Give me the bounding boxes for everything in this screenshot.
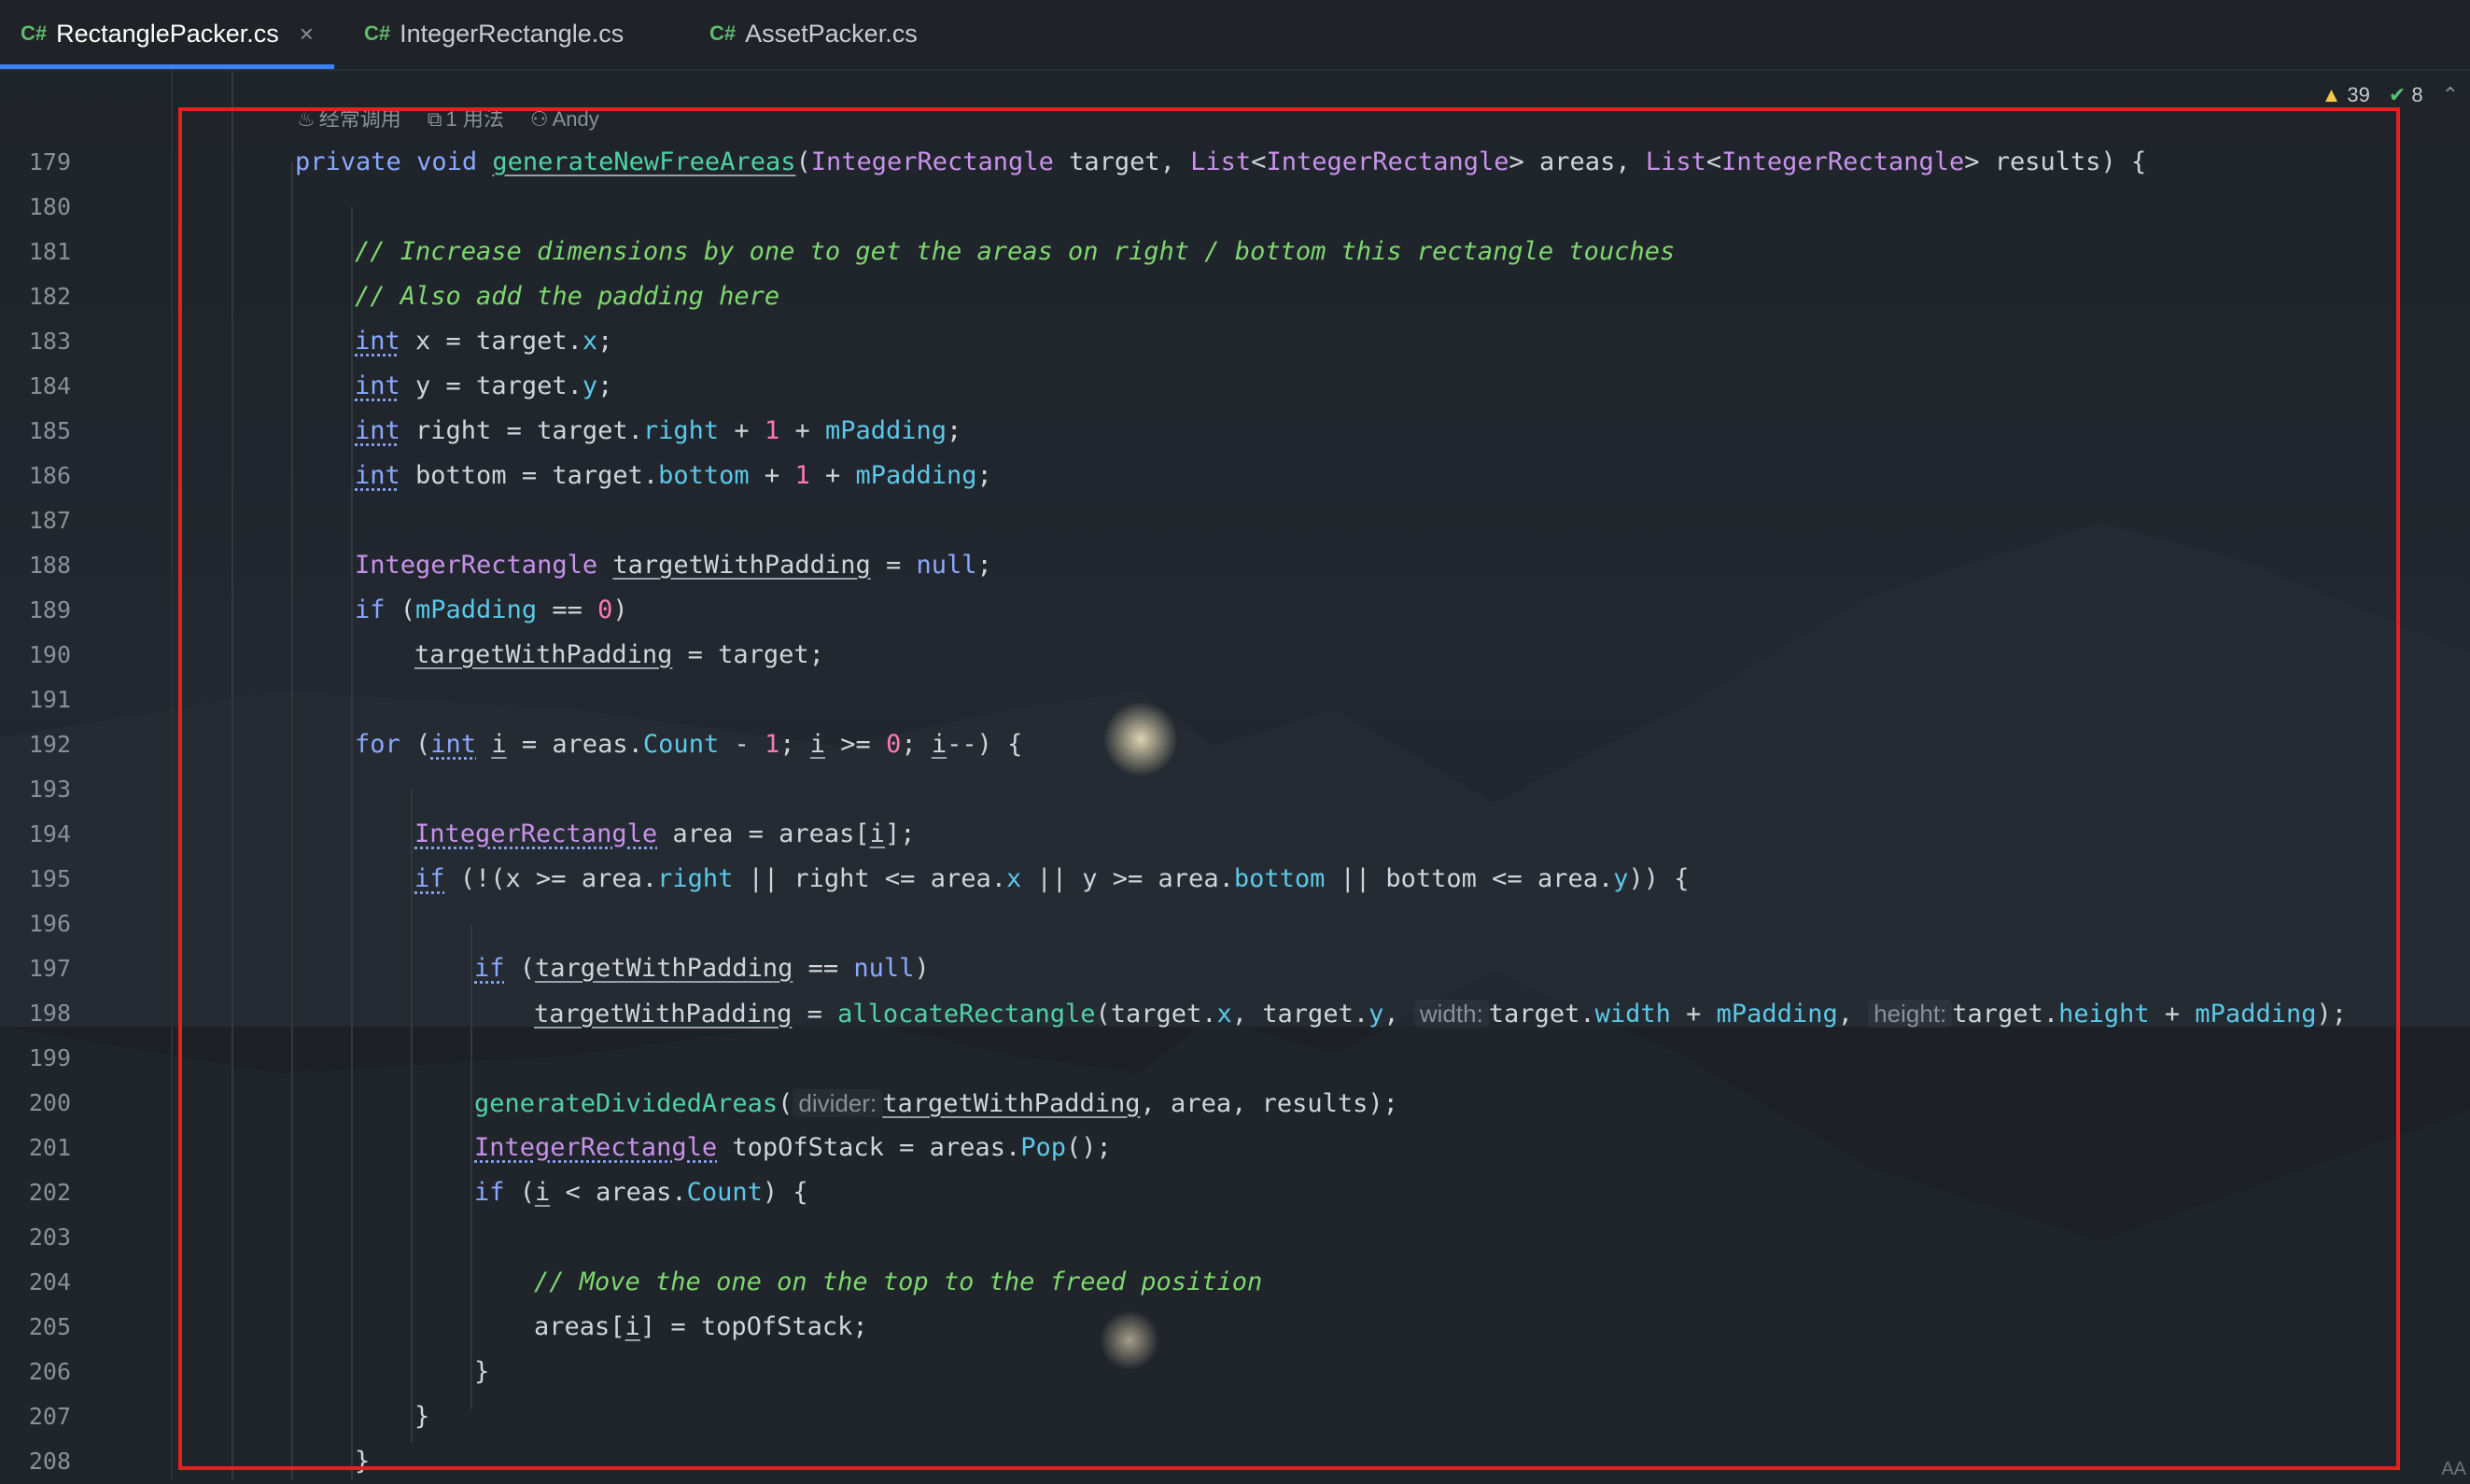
code-line-181[interactable]: // Increase dimensions by one to get the… (355, 230, 1675, 274)
code-line-192[interactable]: for (int i = areas.Count - 1; i >= 0; i-… (355, 722, 1022, 767)
usages-icon: ⧉ (427, 107, 442, 131)
method-declaration[interactable]: generateNewFreeAreas (492, 147, 795, 176)
line-number: 208 (28, 1448, 71, 1475)
code-line-188[interactable]: IntegerRectangle targetWithPadding = nul… (355, 543, 992, 588)
csharp-file-icon: C# (21, 21, 48, 45)
reader-mode-toggle[interactable]: AA (2441, 1459, 2466, 1480)
tab-label: AssetPacker.cs (745, 19, 918, 48)
line-number: 179 (28, 148, 71, 175)
line-number: 197 (28, 955, 71, 982)
line-number: 194 (28, 820, 71, 847)
flame-icon: ♨ (297, 107, 316, 131)
tab-label: IntegerRectangle.cs (400, 19, 625, 48)
code-line-202[interactable]: if (i < areas.Count) { (474, 1170, 808, 1215)
code-line-194[interactable]: IntegerRectangle area = areas[i]; (414, 812, 915, 857)
indent-guide (291, 162, 293, 1480)
code-line-201[interactable]: IntegerRectangle topOfStack = areas.Pop(… (474, 1126, 1112, 1170)
line-number: 199 (28, 1044, 71, 1071)
line-number: 181 (28, 238, 71, 265)
editor-tab-bar: C# RectanglePacker.cs × C# IntegerRectan… (0, 0, 2470, 71)
line-number: 192 (28, 731, 71, 758)
line-number: 180 (28, 193, 71, 220)
line-number: 182 (28, 283, 71, 310)
code-line-197[interactable]: if (targetWithPadding == null) (474, 946, 930, 991)
code-line-206[interactable]: } (474, 1350, 489, 1394)
indent-guide (351, 207, 353, 1480)
line-number: 205 (28, 1313, 71, 1340)
line-number: 200 (28, 1089, 71, 1116)
line-number: 189 (28, 596, 71, 623)
code-line-184[interactable]: int y = target.y; (355, 364, 612, 409)
line-number: 193 (28, 776, 71, 803)
code-line-190[interactable]: targetWithPadding = target; (414, 633, 824, 678)
line-number: 187 (28, 507, 71, 534)
csharp-file-icon: C# (709, 21, 737, 45)
code-line-182[interactable]: // Also add the padding here (355, 274, 779, 319)
line-number: 207 (28, 1403, 71, 1430)
close-icon[interactable]: × (300, 20, 314, 49)
line-number: 183 (28, 328, 71, 355)
code-line-198[interactable]: targetWithPadding = allocateRectangle(ta… (534, 991, 2347, 1036)
code-line-185[interactable]: int right = target.right + 1 + mPadding; (355, 409, 961, 454)
tab-integerrectangle[interactable]: C# IntegerRectangle.cs (364, 0, 624, 67)
ok-indicator[interactable]: ✔ 8 (2389, 83, 2423, 107)
inspections-widget[interactable]: ▲ 39 ✔ 8 ⌃ (2322, 80, 2459, 110)
tab-label: RectanglePacker.cs (56, 19, 279, 48)
tab-rectanglepacker[interactable]: C# RectanglePacker.cs × (0, 0, 334, 69)
line-number: 204 (28, 1268, 71, 1295)
code-vision-frequent[interactable]: ♨ 经常调用 (297, 105, 401, 134)
code-line-183[interactable]: int x = target.x; (355, 319, 612, 364)
line-number: 196 (28, 910, 71, 937)
code-vision-hints: ♨ 经常调用 ⧉ 1 用法 ⚇ Andy (297, 105, 599, 134)
line-number: 202 (28, 1179, 71, 1206)
parameter-hint-divider: divider: (793, 1089, 883, 1117)
line-number: 195 (28, 865, 71, 892)
line-number: 190 (28, 641, 71, 668)
line-number: 188 (28, 552, 71, 579)
code-vision-usages[interactable]: ⧉ 1 用法 (428, 105, 504, 134)
csharp-file-icon: C# (364, 21, 391, 45)
parameter-hint-height: height: (1868, 1000, 1953, 1028)
person-icon: ⚇ (529, 107, 549, 131)
check-icon: ✔ (2388, 83, 2407, 106)
code-line-207[interactable]: } (414, 1394, 429, 1439)
code-line-204[interactable]: // Move the one on the top to the freed … (534, 1260, 1262, 1305)
code-vision-author[interactable]: ⚇ Andy (530, 105, 599, 134)
line-number: 201 (28, 1134, 71, 1161)
tab-assetpacker[interactable]: C# AssetPacker.cs (709, 0, 918, 67)
parameter-hint-width: width: (1413, 1000, 1489, 1028)
indent-guide (411, 790, 413, 1443)
warnings-indicator[interactable]: ▲ 39 (2322, 83, 2370, 107)
code-line-205[interactable]: areas[i] = topOfStack; (534, 1305, 868, 1350)
chevron-up-icon[interactable]: ⌃ (2442, 83, 2459, 107)
code-line-195[interactable]: if (!(x >= area.right || right <= area.x… (414, 857, 1690, 902)
indent-guide (232, 69, 233, 1480)
code-line-179[interactable]: private void generateNewFreeAreas(Intege… (295, 140, 2146, 185)
line-number: 186 (28, 462, 71, 489)
code-line-186[interactable]: int bottom = target.bottom + 1 + mPaddin… (355, 454, 992, 498)
indent-guide (470, 924, 472, 1409)
gutter-separator (171, 69, 173, 1480)
warning-icon: ▲ (2321, 83, 2342, 106)
line-number: 191 (28, 686, 71, 713)
code-line-189[interactable]: if (mPadding == 0) (355, 588, 628, 633)
code-line-200[interactable]: generateDividedAreas(divider: targetWithP… (474, 1081, 1398, 1126)
line-number: 185 (28, 417, 71, 444)
line-number: 184 (28, 372, 71, 399)
line-number: 203 (28, 1224, 71, 1251)
code-line-208[interactable]: } (355, 1439, 370, 1484)
line-number: 206 (28, 1358, 71, 1385)
line-number: 198 (28, 1000, 71, 1027)
